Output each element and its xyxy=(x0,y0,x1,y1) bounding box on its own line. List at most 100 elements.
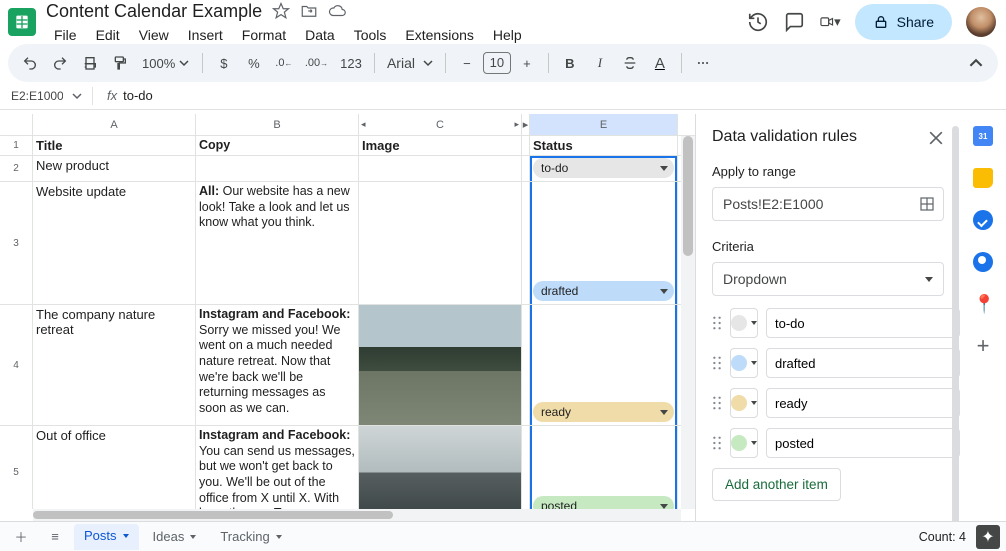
print-icon[interactable] xyxy=(76,49,104,77)
tab-ideas[interactable]: Ideas xyxy=(143,524,207,550)
bold-button[interactable]: B xyxy=(556,49,584,77)
decrease-decimal[interactable]: .0← xyxy=(270,49,298,77)
redo-icon[interactable] xyxy=(46,49,74,77)
color-select[interactable] xyxy=(730,428,758,458)
header-image[interactable]: Image xyxy=(359,136,522,155)
menu-data[interactable]: Data xyxy=(297,24,343,46)
add-sheet-button[interactable]: ＋ xyxy=(6,524,36,550)
row-4[interactable]: 4 xyxy=(0,305,33,425)
option-input[interactable] xyxy=(766,308,960,338)
status-chip[interactable]: ready xyxy=(530,305,678,425)
drag-handle-icon[interactable] xyxy=(712,436,722,450)
italic-button[interactable]: I xyxy=(586,49,614,77)
header-title[interactable]: Title xyxy=(33,136,196,155)
menu-edit[interactable]: Edit xyxy=(88,24,128,46)
history-icon[interactable] xyxy=(747,11,769,33)
format-percent[interactable]: % xyxy=(240,49,268,77)
menu-tools[interactable]: Tools xyxy=(346,24,395,46)
cell-image[interactable] xyxy=(359,426,522,509)
option-input[interactable] xyxy=(766,428,960,458)
column-headers: A B ◂C▸ ▸ E xyxy=(0,114,695,136)
menu-help[interactable]: Help xyxy=(485,24,530,46)
row-3[interactable]: 3 xyxy=(0,182,33,304)
close-icon[interactable] xyxy=(926,128,946,148)
menu-format[interactable]: Format xyxy=(234,24,294,46)
cloud-status-icon[interactable] xyxy=(328,2,346,20)
fontsize-input[interactable]: 10 xyxy=(483,52,511,74)
share-button[interactable]: Share xyxy=(855,4,952,40)
all-sheets-button[interactable]: ≡ xyxy=(40,524,70,550)
fontsize-increase[interactable]: + xyxy=(513,49,541,77)
undo-icon[interactable] xyxy=(16,49,44,77)
increase-decimal[interactable]: .00→ xyxy=(300,49,333,77)
row-1[interactable]: 1 xyxy=(0,136,33,155)
menu-extensions[interactable]: Extensions xyxy=(397,24,481,46)
color-select[interactable] xyxy=(730,388,758,418)
keep-icon[interactable] xyxy=(973,168,993,188)
option-input[interactable] xyxy=(766,348,960,378)
color-select[interactable] xyxy=(730,308,758,338)
text-color-button[interactable]: A xyxy=(646,49,674,77)
calendar-icon[interactable] xyxy=(973,126,993,146)
comment-icon[interactable] xyxy=(783,11,805,33)
color-select[interactable] xyxy=(730,348,758,378)
format-currency[interactable]: $ xyxy=(210,49,238,77)
col-A[interactable]: A xyxy=(33,114,196,135)
move-folder-icon[interactable] xyxy=(300,2,318,20)
formula-value[interactable]: to-do xyxy=(123,88,153,103)
menu-view[interactable]: View xyxy=(131,24,177,46)
header-copy[interactable]: Copy xyxy=(196,136,359,155)
more-formats[interactable]: 123 xyxy=(335,49,367,77)
panel-scrollbar[interactable] xyxy=(952,126,959,521)
sheets-logo[interactable] xyxy=(8,8,36,36)
status-chip[interactable]: drafted xyxy=(530,182,678,304)
col-D-collapsed[interactable]: ▸ xyxy=(522,114,530,135)
apply-range-input[interactable]: Posts!E2:E1000 xyxy=(712,187,944,221)
explore-button[interactable]: ✦ xyxy=(976,525,1000,549)
strike-button[interactable] xyxy=(616,49,644,77)
grid-select-icon[interactable] xyxy=(919,196,935,212)
option-input[interactable] xyxy=(766,388,960,418)
star-icon[interactable] xyxy=(272,2,290,20)
row-5[interactable]: 5 xyxy=(0,426,33,509)
selection-count[interactable]: Count: 4 xyxy=(919,530,966,544)
drag-handle-icon[interactable] xyxy=(712,316,722,330)
vertical-scrollbar[interactable] xyxy=(681,136,695,509)
tab-tracking[interactable]: Tracking xyxy=(210,524,291,550)
header-status[interactable]: Status xyxy=(530,136,678,155)
paint-format-icon[interactable] xyxy=(106,49,134,77)
menu-insert[interactable]: Insert xyxy=(180,24,231,46)
add-item-button[interactable]: Add another item xyxy=(712,468,841,501)
option-row xyxy=(712,308,944,338)
status-chip[interactable]: to-do xyxy=(530,156,678,181)
spreadsheet-grid[interactable]: A B ◂C▸ ▸ E 1 Title Copy Image Status 2 … xyxy=(0,114,695,521)
expand-right-icon[interactable]: ▸ xyxy=(514,119,519,130)
name-box[interactable] xyxy=(8,86,66,106)
namebox-chevron-icon[interactable] xyxy=(72,91,82,101)
cell-image[interactable] xyxy=(359,305,522,425)
drag-handle-icon[interactable] xyxy=(712,356,722,370)
fontsize-decrease[interactable]: − xyxy=(453,49,481,77)
col-E[interactable]: E xyxy=(530,114,678,135)
doc-title[interactable]: Content Calendar Example xyxy=(46,1,262,22)
collapse-toolbar-icon[interactable] xyxy=(962,49,990,77)
col-B[interactable]: B xyxy=(196,114,359,135)
more-tools-icon[interactable] xyxy=(689,49,717,77)
tasks-icon[interactable] xyxy=(973,210,993,230)
status-chip[interactable]: posted xyxy=(530,426,678,509)
row-2[interactable]: 2 xyxy=(0,156,33,181)
zoom-select[interactable]: 100% xyxy=(136,49,195,77)
contacts-icon[interactable] xyxy=(973,252,993,272)
meet-icon[interactable]: ▾ xyxy=(819,11,841,33)
menu-file[interactable]: File xyxy=(46,24,85,46)
criteria-select[interactable]: Dropdown xyxy=(712,262,944,296)
horizontal-scrollbar[interactable] xyxy=(33,509,681,521)
maps-icon[interactable]: 📍 xyxy=(973,294,993,314)
font-select[interactable]: Arial xyxy=(382,49,438,77)
account-avatar[interactable] xyxy=(966,7,996,37)
drag-handle-icon[interactable] xyxy=(712,396,722,410)
expand-left-icon[interactable]: ◂ xyxy=(361,119,366,130)
tab-posts[interactable]: Posts xyxy=(74,524,139,550)
add-addon-icon[interactable]: + xyxy=(973,336,993,356)
col-C[interactable]: ◂C▸ xyxy=(359,114,522,135)
